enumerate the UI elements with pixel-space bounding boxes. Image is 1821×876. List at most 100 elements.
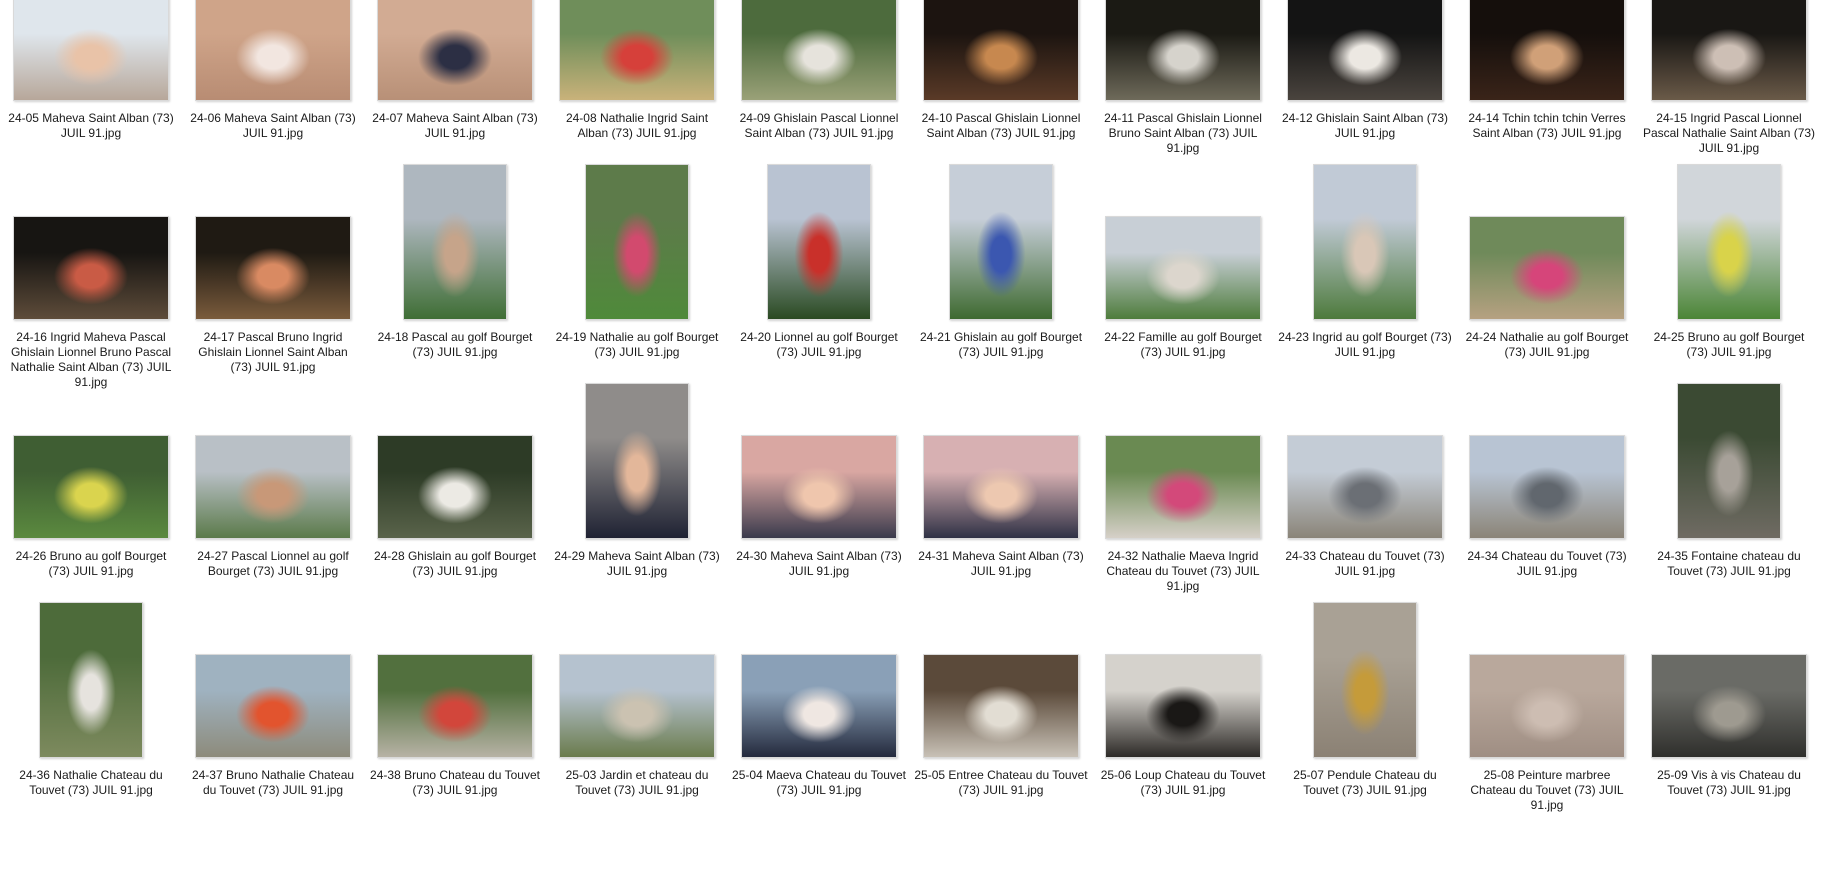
file-thumbnail[interactable] bbox=[377, 435, 533, 539]
file-thumbnail[interactable] bbox=[1105, 216, 1261, 320]
file-name[interactable]: 24-38 Bruno Chateau du Touvet (73) JUIL … bbox=[368, 768, 542, 798]
file-item[interactable]: 25-04 Maeva Chateau du Touvet (73) JUIL … bbox=[728, 654, 910, 876]
file-thumbnail[interactable] bbox=[403, 164, 507, 320]
file-item[interactable]: 24-34 Chateau du Touvet (73) JUIL 91.jpg bbox=[1456, 435, 1638, 657]
file-thumbnail[interactable] bbox=[1105, 0, 1261, 101]
file-thumbnail[interactable] bbox=[1287, 0, 1443, 101]
file-item[interactable]: 24-06 Maheva Saint Alban (73) JUIL 91.jp… bbox=[182, 0, 364, 219]
file-name[interactable]: 24-28 Ghislain au golf Bourget (73) JUIL… bbox=[368, 549, 542, 579]
file-thumbnail[interactable] bbox=[1105, 435, 1261, 539]
file-name[interactable]: 25-06 Loup Chateau du Touvet (73) JUIL 9… bbox=[1096, 768, 1270, 798]
file-thumbnail[interactable] bbox=[377, 654, 533, 758]
file-thumbnail[interactable] bbox=[1287, 435, 1443, 539]
file-item[interactable]: 24-18 Pascal au golf Bourget (73) JUIL 9… bbox=[364, 164, 546, 438]
file-item[interactable]: 24-21 Ghislain au golf Bourget (73) JUIL… bbox=[910, 164, 1092, 438]
file-name[interactable]: 24-22 Famille au golf Bourget (73) JUIL … bbox=[1096, 330, 1270, 360]
file-thumbnail[interactable] bbox=[1105, 654, 1261, 758]
file-thumbnail[interactable] bbox=[559, 654, 715, 758]
file-thumbnail[interactable] bbox=[741, 0, 897, 101]
file-thumbnail[interactable] bbox=[1469, 216, 1625, 320]
file-name[interactable]: 24-07 Maheva Saint Alban (73) JUIL 91.jp… bbox=[368, 111, 542, 141]
file-item[interactable]: 24-11 Pascal Ghislain Lionnel Bruno Sain… bbox=[1092, 0, 1274, 219]
file-name[interactable]: 24-36 Nathalie Chateau du Touvet (73) JU… bbox=[4, 768, 178, 798]
file-name[interactable]: 25-03 Jardin et chateau du Touvet (73) J… bbox=[550, 768, 724, 798]
file-name[interactable]: 24-14 Tchin tchin tchin Verres Saint Alb… bbox=[1460, 111, 1634, 141]
file-item[interactable]: 24-38 Bruno Chateau du Touvet (73) JUIL … bbox=[364, 654, 546, 876]
file-name[interactable]: 24-29 Maheva Saint Alban (73) JUIL 91.jp… bbox=[550, 549, 724, 579]
file-name[interactable]: 24-31 Maheva Saint Alban (73) JUIL 91.jp… bbox=[914, 549, 1088, 579]
file-thumbnail[interactable] bbox=[1651, 654, 1807, 758]
file-name[interactable]: 24-37 Bruno Nathalie Chateau du Touvet (… bbox=[186, 768, 360, 798]
file-name[interactable]: 24-10 Pascal Ghislain Lionnel Saint Alba… bbox=[914, 111, 1088, 141]
file-thumbnail[interactable] bbox=[13, 216, 169, 320]
file-name[interactable]: 25-07 Pendule Chateau du Touvet (73) JUI… bbox=[1278, 768, 1452, 798]
file-item[interactable]: 24-28 Ghislain au golf Bourget (73) JUIL… bbox=[364, 435, 546, 657]
file-item[interactable]: 24-05 Maheva Saint Alban (73) JUIL 91.jp… bbox=[0, 0, 182, 219]
file-thumbnail[interactable] bbox=[1469, 654, 1625, 758]
file-thumbnail[interactable] bbox=[1677, 383, 1781, 539]
file-name[interactable]: 24-17 Pascal Bruno Ingrid Ghislain Lionn… bbox=[186, 330, 360, 375]
file-name[interactable]: 24-20 Lionnel au golf Bourget (73) JUIL … bbox=[732, 330, 906, 360]
file-name[interactable]: 24-08 Nathalie Ingrid Saint Alban (73) J… bbox=[550, 111, 724, 141]
file-item[interactable]: 24-22 Famille au golf Bourget (73) JUIL … bbox=[1092, 216, 1274, 438]
file-thumbnail[interactable] bbox=[13, 0, 169, 101]
file-thumbnail[interactable] bbox=[1651, 0, 1807, 101]
file-name[interactable]: 25-05 Entree Chateau du Touvet (73) JUIL… bbox=[914, 768, 1088, 798]
file-thumbnail[interactable] bbox=[377, 0, 533, 101]
file-name[interactable]: 24-27 Pascal Lionnel au golf Bourget (73… bbox=[186, 549, 360, 579]
file-name[interactable]: 25-08 Peinture marbree Chateau du Touvet… bbox=[1460, 768, 1634, 813]
file-name[interactable]: 24-18 Pascal au golf Bourget (73) JUIL 9… bbox=[368, 330, 542, 360]
file-name[interactable]: 24-24 Nathalie au golf Bourget (73) JUIL… bbox=[1460, 330, 1634, 360]
file-name[interactable]: 24-35 Fontaine chateau du Touvet (73) JU… bbox=[1642, 549, 1816, 579]
file-name[interactable]: 24-06 Maheva Saint Alban (73) JUIL 91.jp… bbox=[186, 111, 360, 141]
file-name[interactable]: 24-19 Nathalie au golf Bourget (73) JUIL… bbox=[550, 330, 724, 360]
file-thumbnail[interactable] bbox=[585, 164, 689, 320]
file-item[interactable]: 24-31 Maheva Saint Alban (73) JUIL 91.jp… bbox=[910, 435, 1092, 657]
file-name[interactable]: 24-09 Ghislain Pascal Lionnel Saint Alba… bbox=[732, 111, 906, 141]
file-item[interactable]: 24-14 Tchin tchin tchin Verres Saint Alb… bbox=[1456, 0, 1638, 219]
file-item[interactable]: 25-08 Peinture marbree Chateau du Touvet… bbox=[1456, 654, 1638, 876]
file-thumbnail[interactable] bbox=[1469, 0, 1625, 101]
file-item[interactable]: 24-30 Maheva Saint Alban (73) JUIL 91.jp… bbox=[728, 435, 910, 657]
file-item[interactable]: 25-06 Loup Chateau du Touvet (73) JUIL 9… bbox=[1092, 654, 1274, 876]
file-thumbnail[interactable] bbox=[1313, 602, 1417, 758]
file-thumbnail[interactable] bbox=[1677, 164, 1781, 320]
file-item[interactable]: 24-37 Bruno Nathalie Chateau du Touvet (… bbox=[182, 654, 364, 876]
file-name[interactable]: 25-04 Maeva Chateau du Touvet (73) JUIL … bbox=[732, 768, 906, 798]
file-item[interactable]: 24-23 Ingrid au golf Bourget (73) JUIL 9… bbox=[1274, 164, 1456, 438]
file-thumbnail[interactable] bbox=[767, 164, 871, 320]
file-thumbnail[interactable] bbox=[949, 164, 1053, 320]
file-thumbnail[interactable] bbox=[923, 435, 1079, 539]
file-name[interactable]: 24-34 Chateau du Touvet (73) JUIL 91.jpg bbox=[1460, 549, 1634, 579]
file-name[interactable]: 24-15 Ingrid Pascal Lionnel Pascal Natha… bbox=[1642, 111, 1816, 156]
file-name[interactable]: 24-30 Maheva Saint Alban (73) JUIL 91.jp… bbox=[732, 549, 906, 579]
file-item[interactable]: 24-27 Pascal Lionnel au golf Bourget (73… bbox=[182, 435, 364, 657]
file-name[interactable]: 24-25 Bruno au golf Bourget (73) JUIL 91… bbox=[1642, 330, 1816, 360]
file-item[interactable]: 25-03 Jardin et chateau du Touvet (73) J… bbox=[546, 654, 728, 876]
file-item[interactable]: 24-35 Fontaine chateau du Touvet (73) JU… bbox=[1638, 383, 1820, 657]
file-thumbnail[interactable] bbox=[195, 0, 351, 101]
file-thumbnail[interactable] bbox=[195, 435, 351, 539]
file-thumbnail[interactable] bbox=[1469, 435, 1625, 539]
file-item[interactable]: 24-20 Lionnel au golf Bourget (73) JUIL … bbox=[728, 164, 910, 438]
file-name[interactable]: 24-33 Chateau du Touvet (73) JUIL 91.jpg bbox=[1278, 549, 1452, 579]
file-item[interactable]: 25-05 Entree Chateau du Touvet (73) JUIL… bbox=[910, 654, 1092, 876]
file-item[interactable]: 24-24 Nathalie au golf Bourget (73) JUIL… bbox=[1456, 216, 1638, 438]
file-item[interactable]: 24-16 Ingrid Maheva Pascal Ghislain Lion… bbox=[0, 216, 182, 438]
file-item[interactable]: 24-36 Nathalie Chateau du Touvet (73) JU… bbox=[0, 602, 182, 876]
file-name[interactable]: 24-16 Ingrid Maheva Pascal Ghislain Lion… bbox=[4, 330, 178, 390]
file-thumbnail[interactable] bbox=[585, 383, 689, 539]
file-name[interactable]: 24-26 Bruno au golf Bourget (73) JUIL 91… bbox=[4, 549, 178, 579]
file-item[interactable]: 25-07 Pendule Chateau du Touvet (73) JUI… bbox=[1274, 602, 1456, 876]
file-name[interactable]: 24-05 Maheva Saint Alban (73) JUIL 91.jp… bbox=[4, 111, 178, 141]
file-name[interactable]: 24-21 Ghislain au golf Bourget (73) JUIL… bbox=[914, 330, 1088, 360]
file-thumbnail[interactable] bbox=[195, 216, 351, 320]
file-thumbnail[interactable] bbox=[741, 654, 897, 758]
file-item[interactable]: 24-17 Pascal Bruno Ingrid Ghislain Lionn… bbox=[182, 216, 364, 438]
file-thumbnail[interactable] bbox=[923, 654, 1079, 758]
file-item[interactable]: 24-32 Nathalie Maeva Ingrid Chateau du T… bbox=[1092, 435, 1274, 657]
file-thumbnail[interactable] bbox=[195, 654, 351, 758]
file-thumbnail[interactable] bbox=[741, 435, 897, 539]
file-thumbnail[interactable] bbox=[39, 602, 143, 758]
file-thumbnail[interactable] bbox=[1313, 164, 1417, 320]
